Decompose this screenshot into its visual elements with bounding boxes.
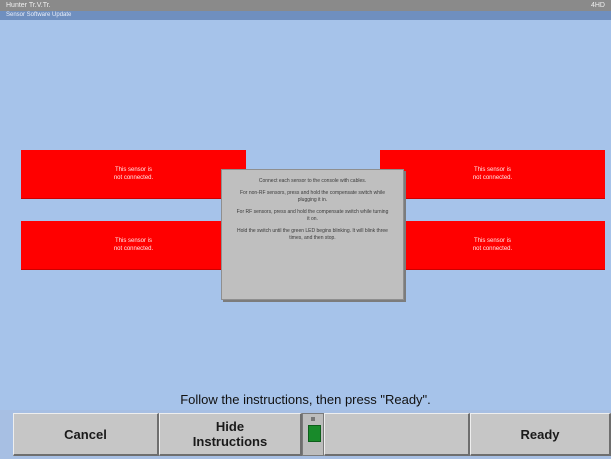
instruction-paragraph: For RF sensors, press and hold the compe…: [236, 209, 389, 222]
sensor-status-right-front: This sensor is not connected.: [380, 150, 605, 199]
hide-instructions-button[interactable]: Hide Instructions: [159, 413, 302, 456]
blank-button[interactable]: [324, 413, 470, 456]
window-title: Hunter Tr.V.Tr.: [6, 2, 51, 9]
instructions-dialog: Connect each sensor to the console with …: [221, 169, 404, 300]
instruction-paragraph: Hold the switch until the green LED begi…: [237, 228, 388, 241]
indicator-dot: [311, 417, 315, 421]
cancel-button[interactable]: Cancel: [13, 413, 159, 456]
green-led-icon: [308, 425, 321, 442]
window-title-right: 4HD: [590, 2, 605, 9]
instruction-prompt: Follow the instructions, then press "Rea…: [180, 392, 431, 407]
status-indicator: [302, 413, 324, 456]
sensor-status-right-rear: This sensor is not connected.: [380, 221, 605, 270]
sensor-status-left-front: This sensor is not connected.: [21, 150, 246, 199]
screen-subtitle: Sensor Software Update: [6, 12, 72, 18]
ready-button[interactable]: Ready: [470, 413, 611, 456]
instruction-paragraph: Connect each sensor to the console with …: [258, 178, 367, 184]
screen-subtitle-bar: Sensor Software Update: [0, 11, 611, 20]
instruction-paragraph: For non-RF sensors, press and hold the c…: [239, 190, 386, 203]
window-title-bar: Hunter Tr.V.Tr. 4HD: [0, 0, 611, 11]
sensor-status-left-rear: This sensor is not connected.: [21, 221, 246, 270]
